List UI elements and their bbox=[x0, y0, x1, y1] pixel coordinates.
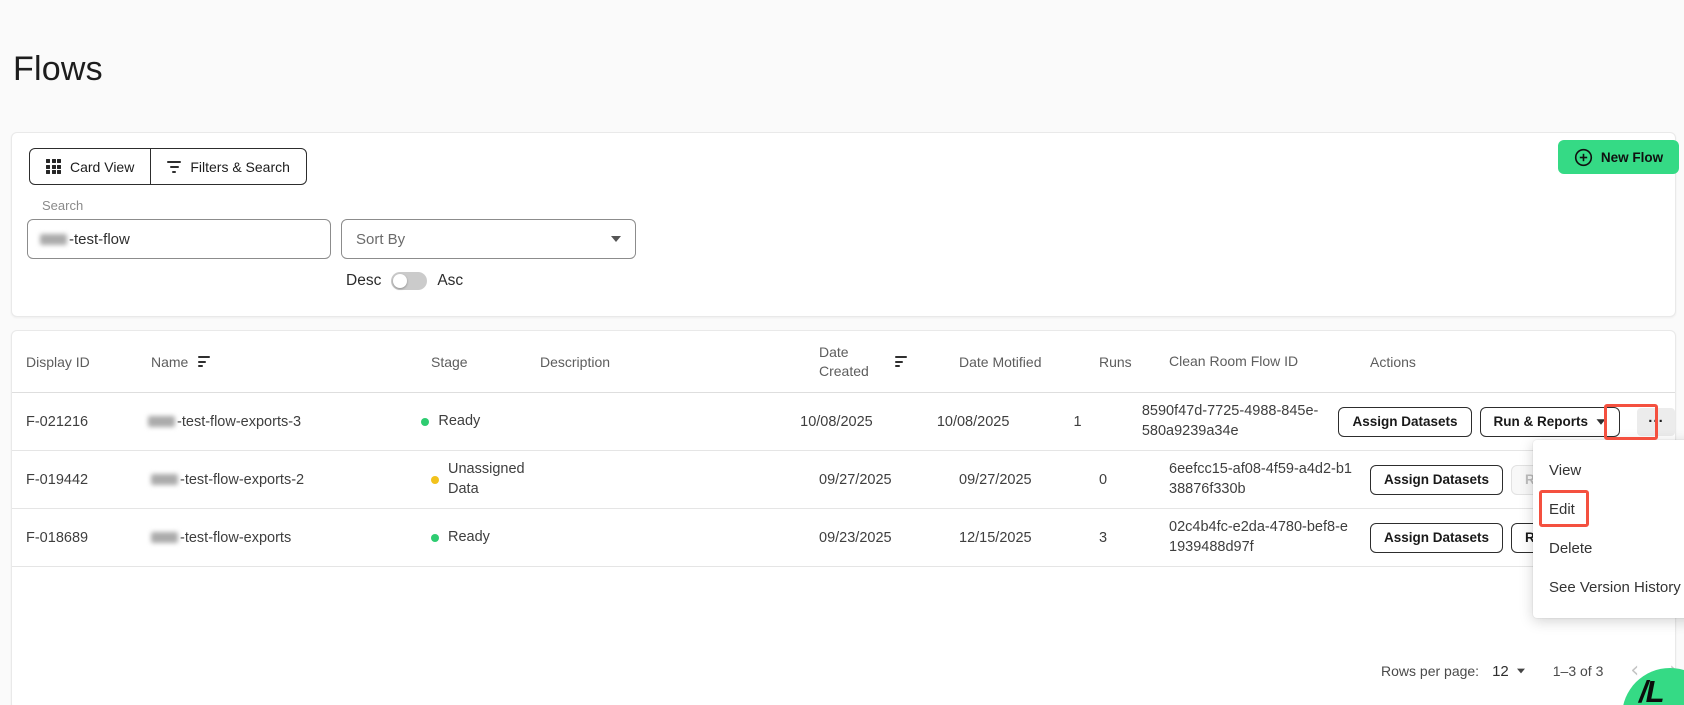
filter-icon bbox=[167, 161, 181, 173]
cell-runs: 1 bbox=[1073, 414, 1141, 430]
chevron-down-icon bbox=[1597, 419, 1606, 424]
cell-date-modified: 10/08/2025 bbox=[937, 414, 1074, 430]
chevron-down-icon bbox=[1517, 669, 1525, 674]
rows-per-page-label: Rows per page: bbox=[1381, 663, 1479, 679]
grid-icon bbox=[46, 159, 61, 174]
stage-label: Unassigned Data bbox=[448, 460, 540, 499]
rows-per-page-value: 12 bbox=[1492, 663, 1509, 680]
pagination-range: 1–3 of 3 bbox=[1553, 663, 1604, 679]
filters-search-button[interactable]: Filters & Search bbox=[150, 149, 306, 184]
stage-label: Ready bbox=[438, 412, 480, 432]
cell-name-text: -test-flow-exports-3 bbox=[177, 414, 301, 430]
menu-item-view[interactable]: View bbox=[1533, 451, 1684, 490]
sort-by-select[interactable]: Sort By bbox=[341, 219, 636, 259]
sort-icon bbox=[198, 356, 210, 367]
table-row: F-019442 -test-flow-exports-2 Unassigned… bbox=[12, 451, 1675, 509]
chevron-down-icon bbox=[611, 236, 621, 242]
more-actions-button[interactable]: ... bbox=[1637, 408, 1675, 436]
cell-date-created: 09/27/2025 bbox=[819, 472, 959, 488]
col-header-date-created[interactable]: Date Created bbox=[819, 343, 959, 379]
card-view-button[interactable]: Card View bbox=[30, 149, 150, 184]
assign-datasets-button[interactable]: Assign Datasets bbox=[1338, 407, 1471, 437]
col-header-actions: Actions bbox=[1370, 354, 1675, 370]
table-row: F-018689 -test-flow-exports Ready 09/23/… bbox=[12, 509, 1675, 567]
menu-item-edit[interactable]: Edit bbox=[1533, 490, 1684, 529]
filters-search-label: Filters & Search bbox=[190, 159, 290, 175]
cell-stage: Ready bbox=[421, 412, 527, 432]
context-menu: ViewEditDeleteSee Version History bbox=[1533, 440, 1684, 618]
cell-stage: Ready bbox=[431, 528, 540, 548]
col-header-runs: Runs bbox=[1099, 354, 1169, 370]
view-toggle-group: Card View Filters & Search bbox=[29, 148, 307, 185]
cell-display-id: F-021216 bbox=[12, 414, 148, 430]
cell-name: -test-flow-exports bbox=[151, 530, 431, 546]
rows-per-page-select[interactable]: 12 bbox=[1492, 663, 1526, 680]
new-flow-button[interactable]: New Flow bbox=[1558, 140, 1679, 174]
col-header-name[interactable]: Name bbox=[151, 354, 431, 370]
assign-datasets-button[interactable]: Assign Datasets bbox=[1370, 465, 1503, 495]
cell-name: -test-flow-exports-2 bbox=[151, 472, 431, 488]
stage-dot bbox=[431, 534, 439, 542]
desc-label: Desc bbox=[346, 272, 381, 290]
cell-name: -test-flow-exports-3 bbox=[148, 414, 421, 430]
search-value: -test-flow bbox=[69, 231, 130, 248]
col-header-date-modified: Date Motified bbox=[959, 354, 1099, 370]
search-label: Search bbox=[42, 198, 83, 213]
filters-card: Card View Filters & Search New Flow Sear… bbox=[11, 132, 1676, 317]
cell-name-text: -test-flow-exports bbox=[180, 530, 291, 546]
cell-date-created: 10/08/2025 bbox=[800, 414, 937, 430]
page-title: Flows bbox=[13, 50, 103, 89]
chat-widget-logo-icon: /L bbox=[1639, 674, 1663, 705]
cell-clean-room-flow-id: 02c4b4fc-e2da-4780-bef8-e1939488d97f bbox=[1169, 518, 1370, 557]
menu-item-see-version-history[interactable]: See Version History bbox=[1533, 568, 1684, 607]
col-header-clean-room-flow-id: Clean Room Flow ID bbox=[1169, 352, 1370, 371]
redacted-text bbox=[151, 474, 178, 485]
col-header-name-label: Name bbox=[151, 354, 188, 370]
sort-by-placeholder: Sort By bbox=[356, 231, 405, 248]
cell-clean-room-flow-id: 8590f47d-7725-4988-845e-580a9239a34e bbox=[1142, 402, 1339, 441]
cell-date-modified: 09/27/2025 bbox=[959, 472, 1099, 488]
cell-runs: 0 bbox=[1099, 472, 1169, 488]
run-reports-label: Run & Reports bbox=[1494, 414, 1589, 429]
search-input[interactable]: -test-flow bbox=[27, 219, 331, 259]
cell-clean-room-flow-id: 6eefcc15-af08-4f59-a4d2-b138876f330b bbox=[1169, 460, 1370, 499]
sort-icon bbox=[895, 356, 907, 367]
card-view-label: Card View bbox=[70, 159, 134, 175]
assign-datasets-button[interactable]: Assign Datasets bbox=[1370, 523, 1503, 553]
redacted-text bbox=[151, 532, 178, 543]
stage-dot bbox=[421, 418, 429, 426]
stage-label: Ready bbox=[448, 528, 490, 548]
flows-table-card: Display ID Name Stage Description Date C… bbox=[11, 330, 1676, 705]
stage-dot bbox=[431, 476, 439, 484]
cell-actions: Assign Datasets Run & Reports ... bbox=[1338, 407, 1675, 437]
col-header-stage: Stage bbox=[431, 354, 540, 370]
col-header-display-id: Display ID bbox=[12, 354, 151, 370]
asc-label: Asc bbox=[437, 272, 463, 290]
redacted-text bbox=[40, 234, 67, 245]
sort-direction-toggle[interactable] bbox=[391, 272, 427, 290]
table-body: F-021216 -test-flow-exports-3 Ready 10/0… bbox=[12, 393, 1675, 567]
table-row: F-021216 -test-flow-exports-3 Ready 10/0… bbox=[12, 393, 1675, 451]
cell-display-id: F-018689 bbox=[12, 530, 151, 546]
cell-stage: Unassigned Data bbox=[431, 460, 540, 499]
col-header-description: Description bbox=[540, 354, 819, 370]
table-header-row: Display ID Name Stage Description Date C… bbox=[12, 331, 1675, 393]
run-reports-button[interactable]: Run & Reports bbox=[1480, 407, 1621, 437]
cell-date-created: 09/23/2025 bbox=[819, 530, 959, 546]
cell-date-modified: 12/15/2025 bbox=[959, 530, 1099, 546]
toggle-knob bbox=[393, 274, 407, 288]
sort-direction-row: Desc Asc bbox=[346, 269, 463, 293]
plus-circle-icon bbox=[1574, 148, 1593, 167]
cell-runs: 3 bbox=[1099, 530, 1169, 546]
new-flow-label: New Flow bbox=[1601, 150, 1663, 165]
col-header-date-created-label: Date Created bbox=[819, 343, 877, 379]
cell-display-id: F-019442 bbox=[12, 472, 151, 488]
menu-item-delete[interactable]: Delete bbox=[1533, 529, 1684, 568]
cell-name-text: -test-flow-exports-2 bbox=[180, 472, 304, 488]
redacted-text bbox=[148, 416, 175, 427]
